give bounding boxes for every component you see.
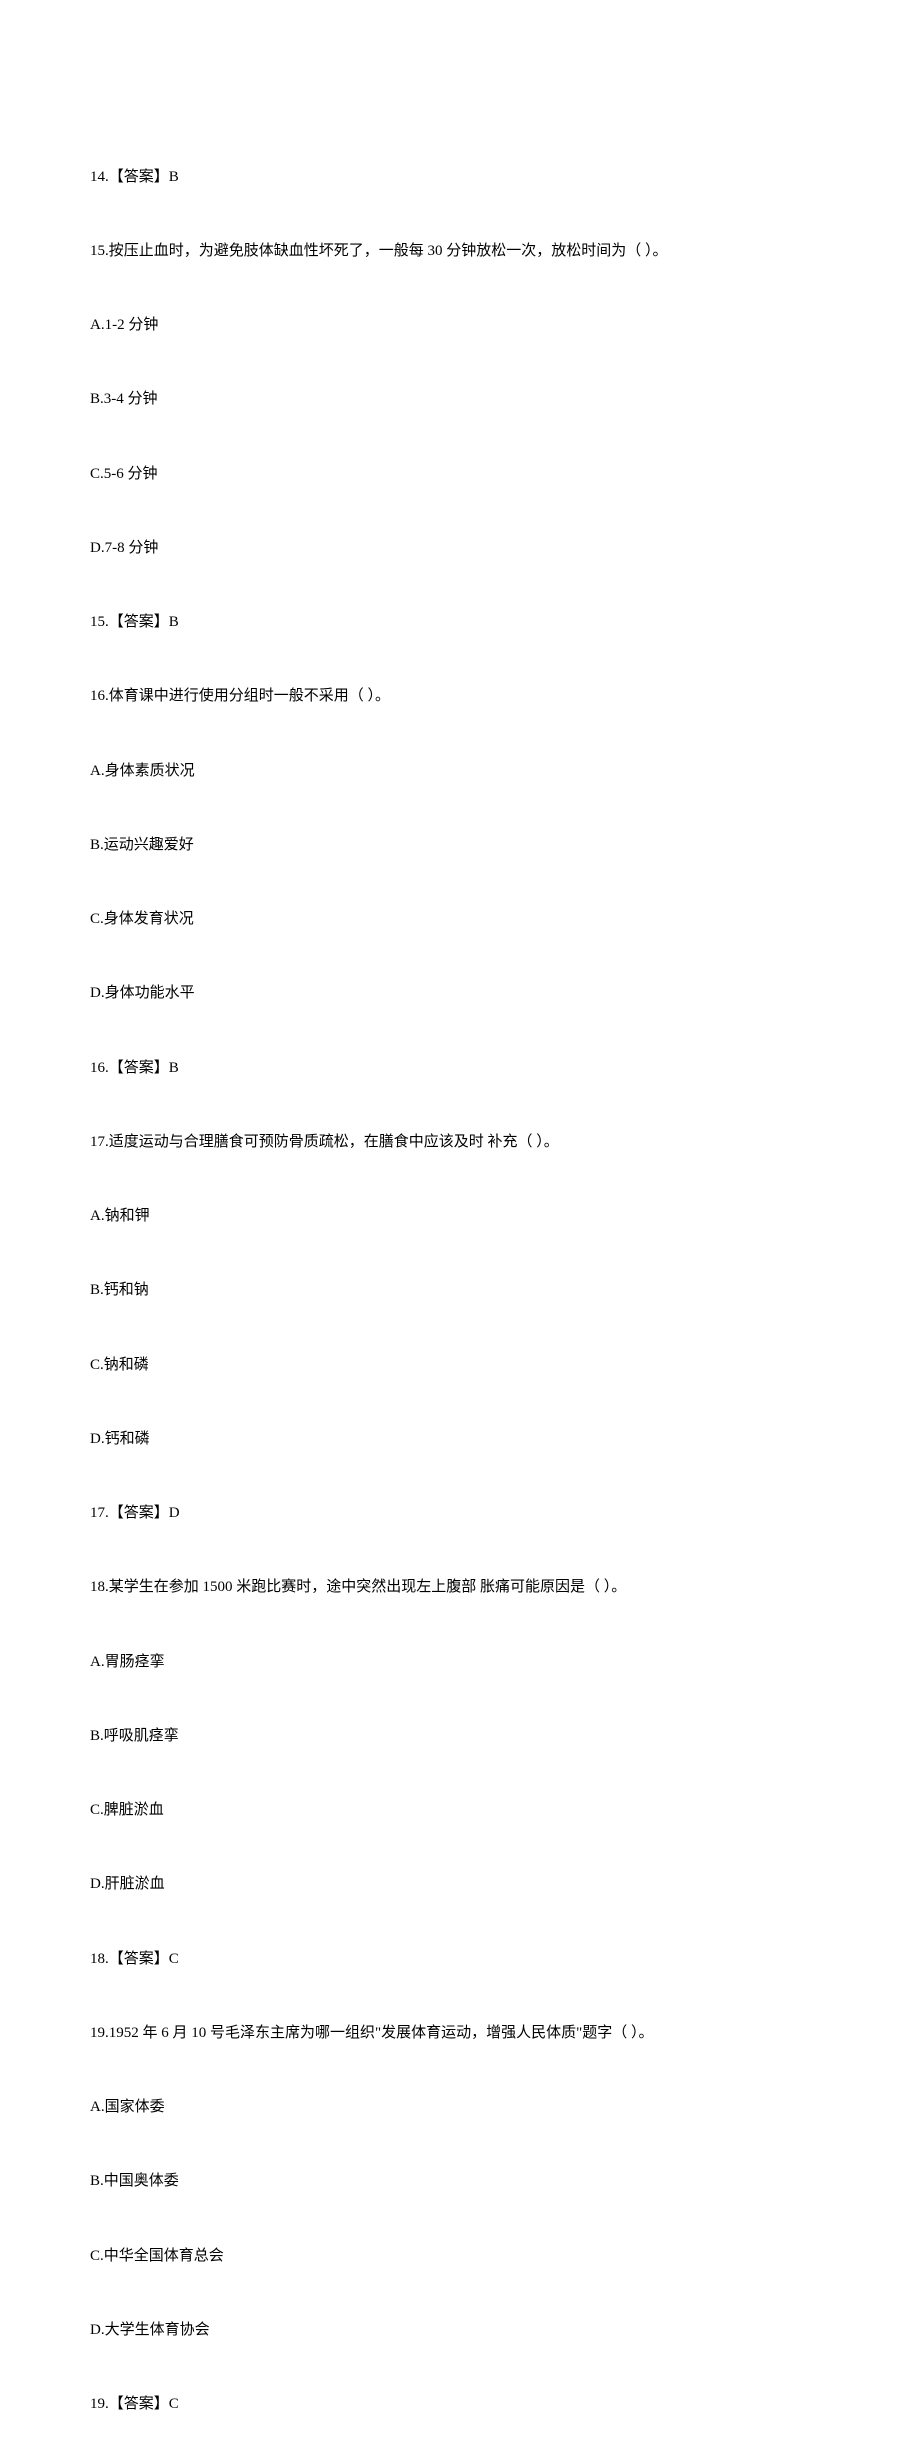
question-line: 16.体育课中进行使用分组时一般不采用（ ）。 <box>90 684 830 709</box>
question-line: 17.适度运动与合理膳食可预防骨质疏松，在膳食中应该及时 补充（ ）。 <box>90 1130 830 1155</box>
question-line: 18.某学生在参加 1500 米跑比赛时，途中突然出现左上腹部 胀痛可能原因是（… <box>90 1575 830 1600</box>
option-line: C.中华全国体育总会 <box>90 2244 830 2269</box>
answer-line: 18.【答案】C <box>90 1947 830 1972</box>
option-line: D.肝脏淤血 <box>90 1872 830 1897</box>
answer-line: 17.【答案】D <box>90 1501 830 1526</box>
question-line: 15.按压止血时，为避免肢体缺血性坏死了，一般每 30 分钟放松一次，放松时间为… <box>90 239 830 264</box>
option-line: D.大学生体育协会 <box>90 2318 830 2343</box>
option-line: A.1-2 分钟 <box>90 313 830 338</box>
option-line: B.钙和钠 <box>90 1278 830 1303</box>
option-line: D.钙和磷 <box>90 1427 830 1452</box>
option-line: C.脾脏淤血 <box>90 1798 830 1823</box>
answer-line: 16.【答案】B <box>90 1056 830 1081</box>
option-line: A.身体素质状况 <box>90 759 830 784</box>
option-line: A.国家体委 <box>90 2095 830 2120</box>
option-line: A.钠和钾 <box>90 1204 830 1229</box>
option-line: B.中国奥体委 <box>90 2169 830 2194</box>
answer-line: 19.【答案】C <box>90 2392 830 2417</box>
option-line: A.胃肠痉挛 <box>90 1650 830 1675</box>
option-line: D.7-8 分钟 <box>90 536 830 561</box>
document-content: 14.【答案】B 15.按压止血时，为避免肢体缺血性坏死了，一般每 30 分钟放… <box>90 115 830 2442</box>
option-line: D.身体功能水平 <box>90 981 830 1006</box>
question-line: 19.1952 年 6 月 10 号毛泽东主席为哪一组织"发展体育运动，增强人民… <box>90 2021 830 2046</box>
option-line: C.钠和磷 <box>90 1353 830 1378</box>
option-line: B.呼吸肌痉挛 <box>90 1724 830 1749</box>
option-line: B.运动兴趣爱好 <box>90 833 830 858</box>
option-line: C.5-6 分钟 <box>90 462 830 487</box>
option-line: B.3-4 分钟 <box>90 387 830 412</box>
answer-line: 15.【答案】B <box>90 610 830 635</box>
answer-line: 14.【答案】B <box>90 165 830 190</box>
option-line: C.身体发育状况 <box>90 907 830 932</box>
